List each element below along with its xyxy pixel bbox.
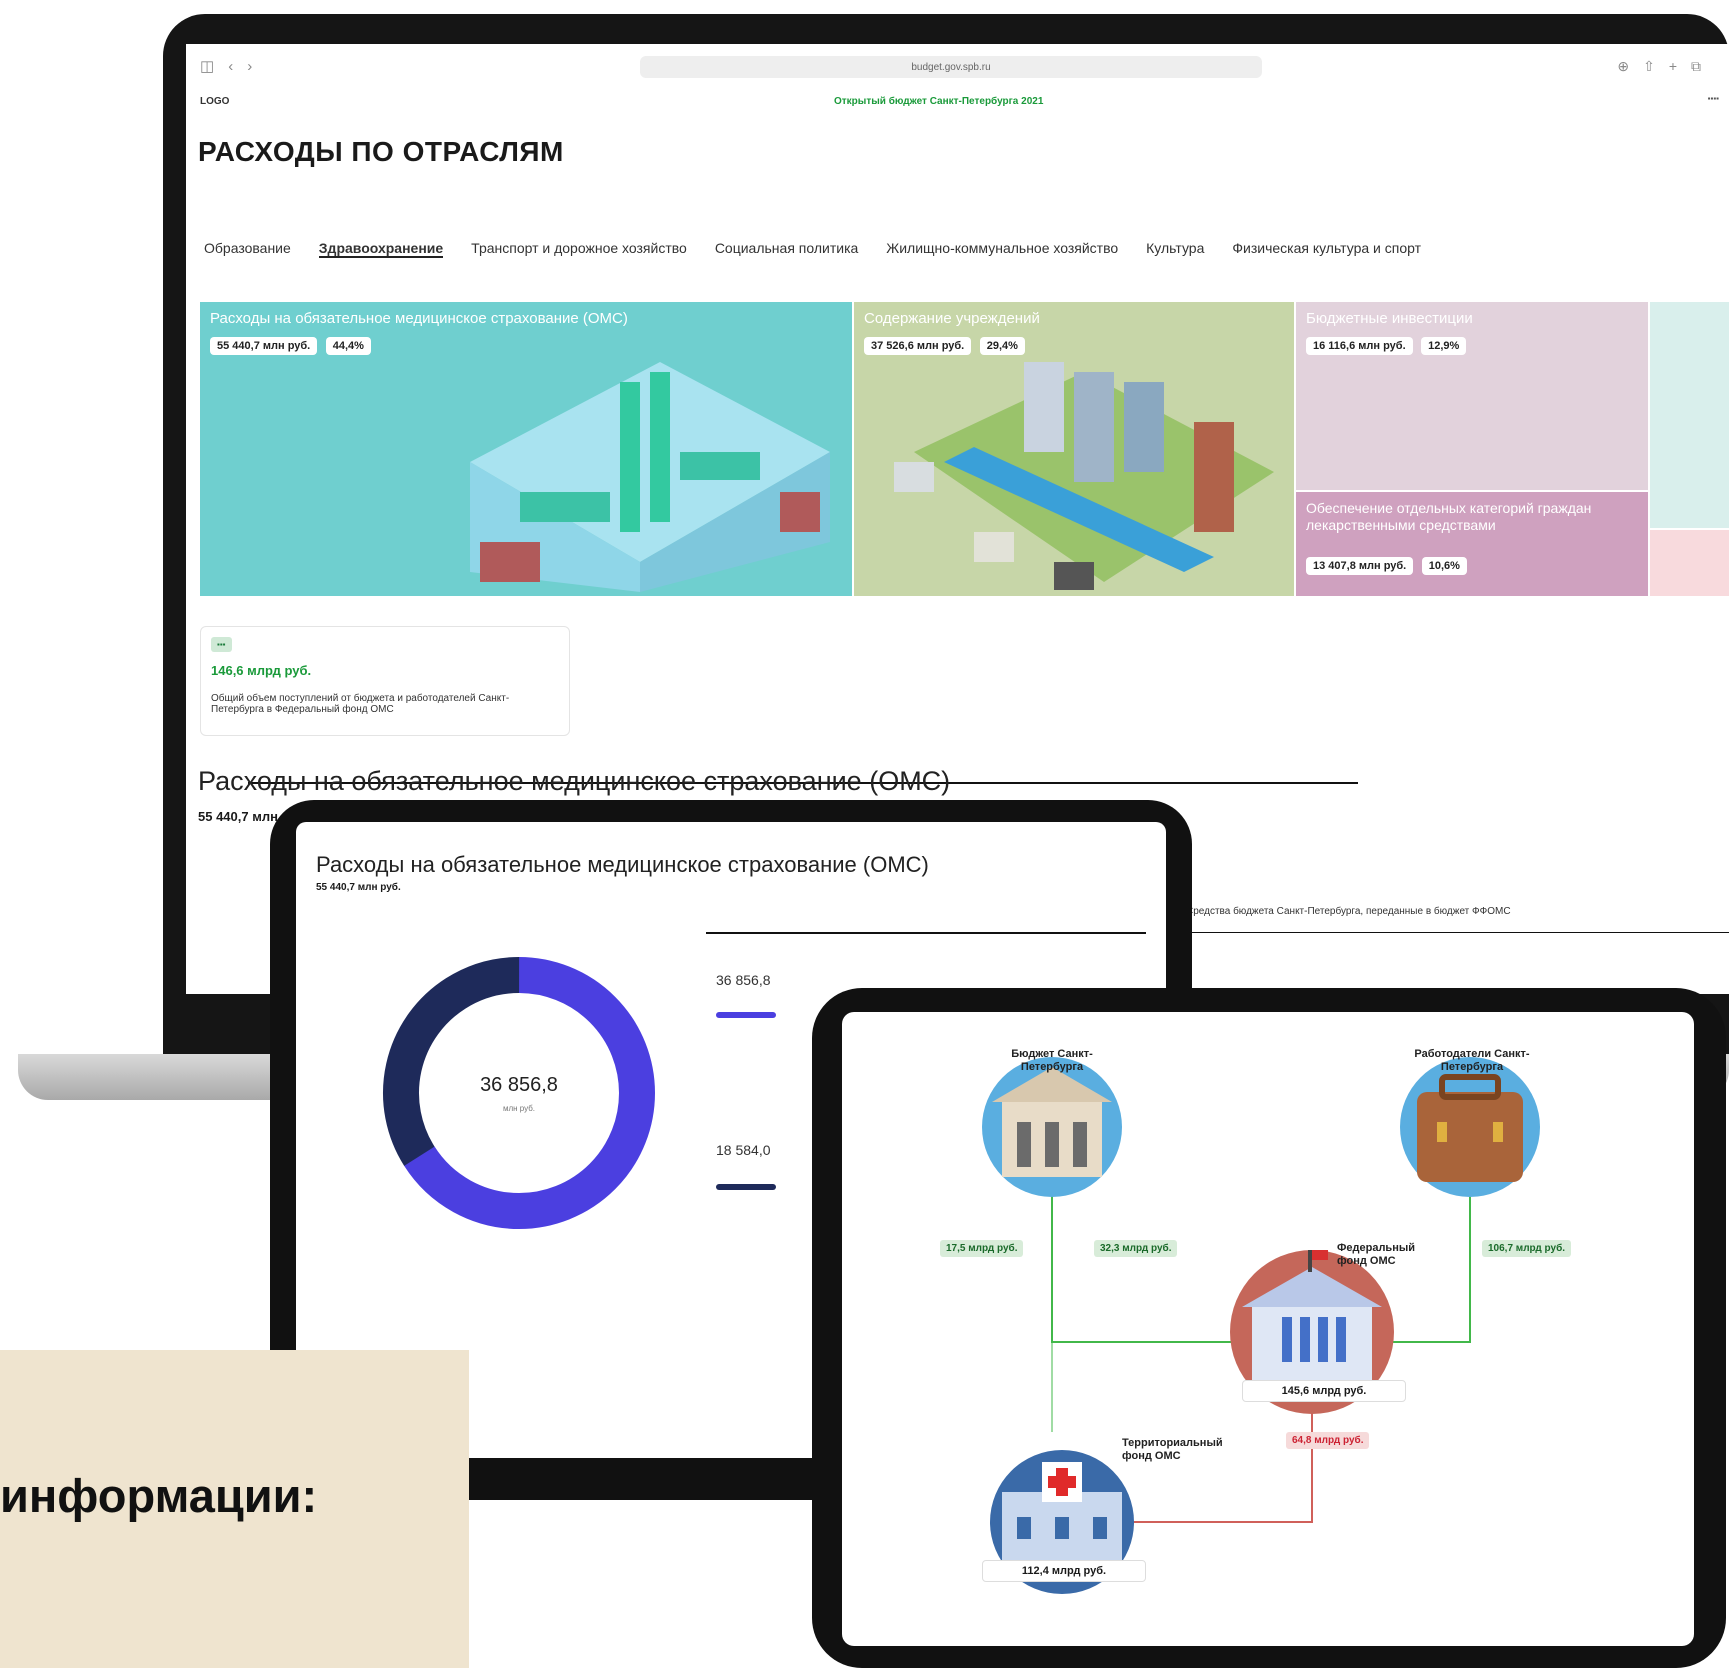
territorial-total-box: 112,4 млрд руб. (982, 1560, 1146, 1582)
address-bar[interactable]: budget.gov.spb.ru (640, 56, 1262, 78)
page-title: РАСХОДЫ ПО ОТРАСЛЯМ (198, 136, 564, 167)
flow-diagram (982, 1057, 1540, 1594)
card-title: Расходы на обязательное медицинское стра… (210, 310, 628, 327)
site-header: LOGO Открытый бюджет Санкт-Петербурга 20… (186, 88, 1729, 118)
site-logo[interactable]: LOGO (200, 96, 229, 107)
tab-housing[interactable]: Жилищно-коммунальное хозяйство (886, 240, 1118, 258)
tab-healthcare[interactable]: Здравоохранение (318, 240, 444, 258)
tablet1-bar-employers (716, 1184, 776, 1190)
card-investments[interactable]: Бюджетные инвестиции 16 116,6 млн руб. 1… (1296, 302, 1648, 490)
transfer-description: Средства бюджета Санкт-Петербурга, перед… (1186, 906, 1511, 917)
card-share: 10,6% (1421, 557, 1467, 575)
tablet-2-screen: Бюджет Санкт-Петербурга Работодатели Сан… (842, 1012, 1694, 1646)
card-amount: 13 407,8 млн руб. (1306, 557, 1414, 575)
download-icon[interactable]: ⊕ (1617, 58, 1643, 74)
section-title: Расходы на обязательное медицинское стра… (198, 766, 951, 796)
caption-box: информации: (0, 1350, 469, 1668)
region-selector[interactable]: Открытый бюджет Санкт-Петербурга 2021 (834, 96, 1043, 107)
info-badge: ▪▪▪ (211, 637, 232, 652)
card-title: Содержание учреждений (864, 310, 1040, 327)
right-divider (1186, 932, 1729, 933)
flow-badge-1: 17,5 млрд руб. (940, 1240, 1024, 1257)
card-other-1[interactable] (1650, 302, 1729, 528)
tab-transport[interactable]: Транспорт и дорожное хозяйство (471, 240, 687, 258)
tabs-icon[interactable]: ⧉ (1691, 58, 1715, 74)
budget-label: Бюджет Санкт-Петербурга (1011, 1048, 1093, 1073)
card-share: 44,4% (325, 337, 371, 355)
card-share: 12,9% (1421, 337, 1467, 355)
card-title: Обеспечение отдельных категорий граждан … (1306, 500, 1592, 533)
tab-culture[interactable]: Культура (1146, 240, 1204, 258)
tablet1-amount: 55 440,7 млн руб. (316, 882, 401, 893)
card-amount: 16 116,6 млн руб. (1306, 337, 1413, 355)
donut-value: 36 856,8 (480, 1074, 558, 1096)
flow-badge-3: 106,7 млрд руб. (1482, 1240, 1572, 1257)
info-description: Общий объем поступлений от бюджета и раб… (211, 693, 510, 715)
territorial-fund-label: Территориальный фонд ОМС (1122, 1437, 1223, 1462)
card-other-2[interactable] (1650, 530, 1729, 596)
card-title: Бюджетные инвестиции (1306, 310, 1473, 327)
flow-badge-2: 32,3 млрд руб. (1094, 1240, 1178, 1257)
tablet1-bar-budget (716, 1012, 776, 1018)
back-icon[interactable]: ‹ (228, 58, 233, 75)
hospital-room-illustration (470, 362, 830, 592)
tab-social[interactable]: Социальная политика (715, 240, 858, 258)
card-oms[interactable]: Расходы на обязательное медицинское стра… (200, 302, 852, 596)
new-tab-icon[interactable]: + (1669, 58, 1691, 74)
tablet1-right-divider (706, 932, 1146, 934)
city-illustration (894, 362, 1274, 590)
flow-badge-4: 64,8 млрд руб. (1286, 1432, 1370, 1449)
flow-line-budget (1051, 1172, 1262, 1343)
tablet1-title: Расходы на обязательное медицинское стра… (316, 852, 929, 877)
card-medicines[interactable]: Обеспечение отдельных категорий граждан … (1296, 492, 1648, 596)
sector-tabs: Образование Здравоохранение Транспорт и … (204, 240, 1421, 258)
browser-bar: ◫ ‹ › budget.gov.spb.ru ⊕⇧+⧉ (186, 44, 1729, 88)
tablet1-right-value: 36 856,8 (716, 972, 771, 988)
employers-label: Работодатели Санкт-Петербурга (1414, 1048, 1530, 1073)
tab-sport[interactable]: Физическая культура и спорт (1232, 240, 1421, 258)
tab-education[interactable]: Образование (204, 240, 291, 258)
tablet1-right-value-2: 18 584,0 (716, 1142, 771, 1158)
forward-icon[interactable]: › (247, 58, 252, 75)
caption-text: информации: (0, 1469, 318, 1522)
info-value: 146,6 млрд руб. (211, 663, 312, 678)
browser-actions: ⊕⇧+⧉ (1617, 58, 1715, 75)
donut-unit: млн руб. (502, 1104, 536, 1113)
header-stats: ▪▪▪▪ (1707, 94, 1719, 103)
federal-total-box: 145,6 млрд руб. (1242, 1380, 1406, 1402)
donut-chart: 36 856,8 млн руб. (378, 952, 660, 1234)
federal-fund-label: Федеральный фонд ОМС (1337, 1242, 1415, 1267)
info-card: ▪▪▪ 146,6 млрд руб. Общий объем поступле… (200, 626, 570, 736)
card-amount: 55 440,7 млн руб. (210, 337, 318, 355)
share-icon[interactable]: ⇧ (1643, 58, 1669, 74)
card-institutions[interactable]: Содержание учреждений 37 526,6 млн руб. … (854, 302, 1294, 596)
sidebar-toggle-icon[interactable]: ◫ (200, 57, 214, 75)
